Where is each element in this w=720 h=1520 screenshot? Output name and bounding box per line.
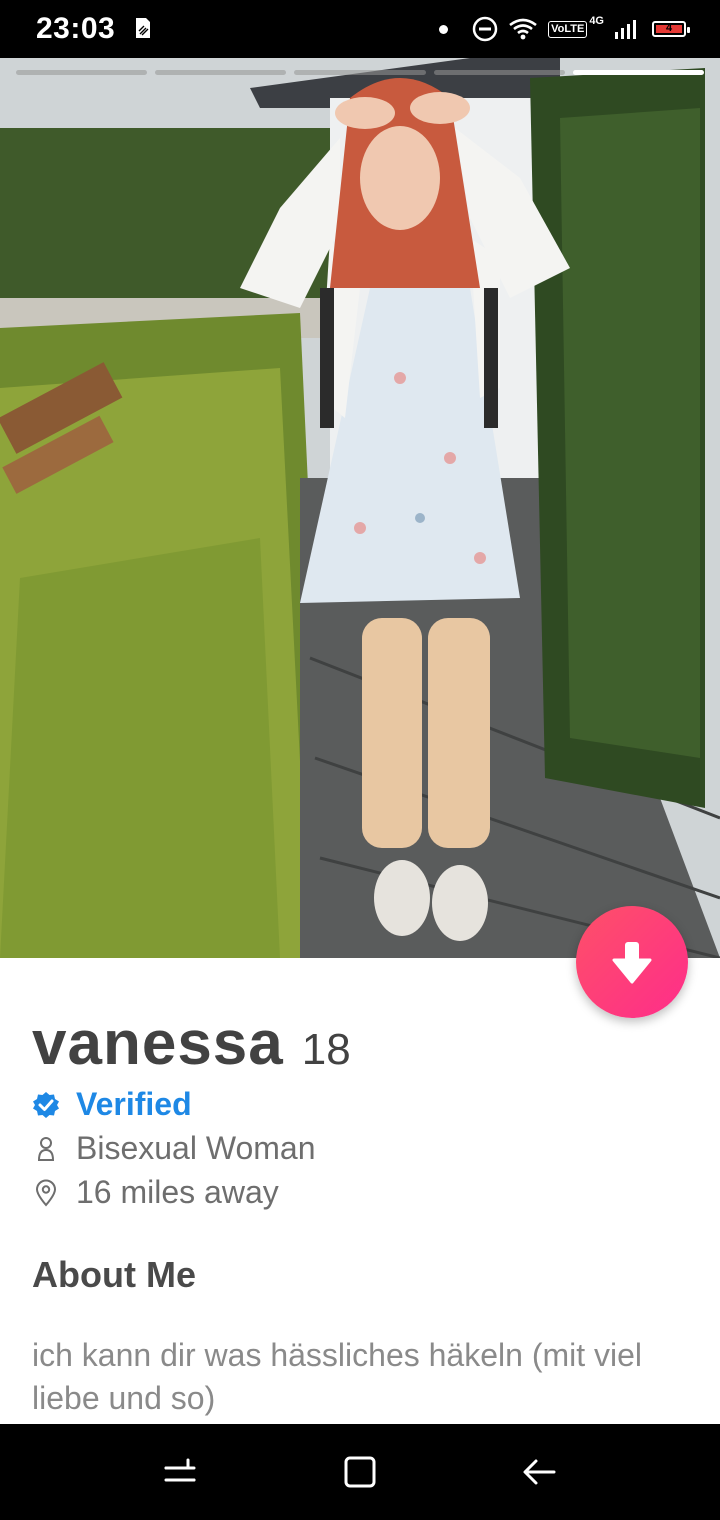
- status-icons: VoLTE 4G 4: [439, 14, 690, 44]
- sim-card-icon: [136, 18, 150, 38]
- battery-icon: 4: [652, 21, 690, 37]
- photo-illustration: [0, 58, 720, 958]
- photo-indicator[interactable]: [433, 70, 565, 75]
- back-icon[interactable]: [518, 1450, 562, 1494]
- collapse-profile-button[interactable]: [576, 906, 688, 1018]
- about-text: ich kann dir was hässliches häkeln (mit …: [32, 1337, 643, 1416]
- verified-row[interactable]: Verified: [32, 1086, 192, 1123]
- orientation-label: Bisexual Woman: [76, 1130, 316, 1166]
- person-icon: [37, 1136, 55, 1161]
- arrow-down-icon: [612, 942, 652, 984]
- do-not-disturb-icon: [472, 16, 498, 42]
- photo-indicator[interactable]: [294, 70, 426, 75]
- status-bar: 23:03 VoLTE 4G 4: [0, 0, 720, 58]
- profile-header: vanessa 18: [32, 1008, 351, 1079]
- orientation-row: Bisexual Woman: [32, 1130, 316, 1167]
- about-heading: About Me: [32, 1254, 196, 1295]
- battery-level: 4: [665, 22, 673, 34]
- wifi-icon: [509, 18, 537, 40]
- profile-age: 18: [301, 1025, 351, 1074]
- volte-badge: VoLTE: [548, 20, 588, 38]
- system-nav-bar: [0, 1424, 720, 1520]
- photo-indicator-active[interactable]: [572, 70, 705, 75]
- profile-photo[interactable]: [0, 58, 720, 958]
- verified-label: Verified: [76, 1086, 192, 1122]
- photo-indicators: [16, 70, 705, 75]
- home-icon[interactable]: [338, 1450, 382, 1494]
- status-time: 23:03: [36, 12, 116, 45]
- distance-row: 16 miles away: [32, 1174, 279, 1211]
- recent-apps-icon[interactable]: [158, 1450, 202, 1494]
- network-type: 4G: [589, 15, 604, 27]
- notification-dot-icon: [439, 24, 449, 34]
- photo-indicator[interactable]: [16, 70, 148, 75]
- profile-name: vanessa: [32, 1009, 284, 1078]
- distance-label: 16 miles away: [76, 1174, 279, 1210]
- photo-indicator[interactable]: [155, 70, 287, 75]
- verified-badge-icon: [33, 1091, 59, 1118]
- signal-strength-icon: [615, 20, 636, 39]
- location-pin-icon: [35, 1179, 57, 1206]
